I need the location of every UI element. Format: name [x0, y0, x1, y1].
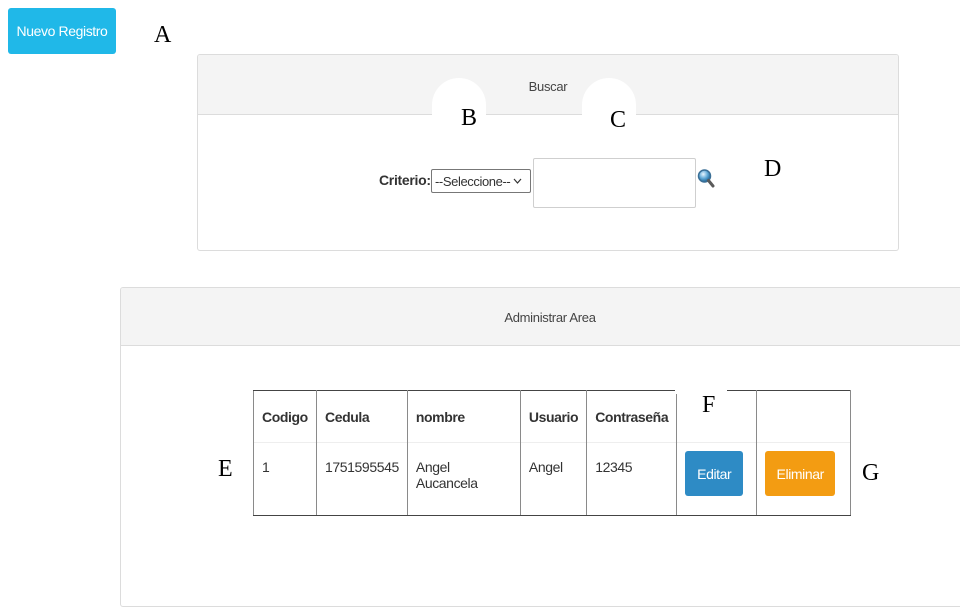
annotation-f-backdrop	[675, 386, 727, 394]
cell-cedula: 1751595545	[316, 442, 408, 516]
table-row: 1 1751595545 Angel Aucancela Angel 12345…	[253, 442, 852, 516]
search-panel-heading: Buscar	[198, 55, 898, 115]
chevron-down-icon	[513, 175, 522, 187]
table-header-row: Codigo Cedula nombre Usuario Contraseña	[253, 390, 852, 443]
cell-contrasena: 12345	[586, 442, 678, 516]
criterio-select[interactable]: --Seleccione--	[431, 169, 531, 193]
annotation-c: C	[610, 107, 627, 133]
nuevo-registro-button[interactable]: Nuevo Registro	[8, 8, 116, 54]
cell-editar: Editar	[676, 442, 758, 516]
eliminar-button[interactable]: Eliminar	[765, 451, 836, 496]
criterio-label: Criterio:	[379, 172, 431, 188]
annotation-b-backdrop	[432, 78, 486, 138]
search-panel: Buscar	[197, 54, 899, 251]
editar-button[interactable]: Editar	[685, 451, 744, 496]
admin-area-panel-heading: Administrar Area	[121, 288, 960, 346]
search-panel-title: Buscar	[528, 79, 568, 94]
cell-nombre: Angel Aucancela	[406, 442, 521, 516]
column-header-usuario: Usuario	[519, 390, 588, 443]
annotation-a: A	[154, 22, 172, 48]
cell-eliminar: Eliminar	[756, 442, 852, 516]
search-input[interactable]	[533, 158, 696, 208]
column-header-editar	[676, 390, 758, 443]
column-header-eliminar	[756, 390, 852, 443]
cell-codigo: 1	[253, 442, 317, 516]
cell-usuario: Angel	[519, 442, 588, 516]
column-header-nombre: nombre	[406, 390, 521, 443]
annotation-c-backdrop	[582, 78, 636, 138]
annotation-f: F	[702, 392, 716, 418]
annotation-e: E	[218, 456, 233, 482]
search-icon[interactable]	[697, 168, 715, 190]
annotation-d: D	[764, 156, 782, 182]
column-header-codigo: Codigo	[253, 390, 317, 443]
area-table: Codigo Cedula nombre Usuario Contraseña …	[253, 390, 852, 516]
annotation-g: G	[862, 460, 880, 486]
column-header-cedula: Cedula	[316, 390, 408, 443]
annotation-b: B	[461, 105, 478, 131]
column-header-contrasena: Contraseña	[586, 390, 678, 443]
admin-area-panel-title: Administrar Area	[504, 310, 596, 325]
criterio-select-value: --Seleccione--	[435, 173, 511, 189]
